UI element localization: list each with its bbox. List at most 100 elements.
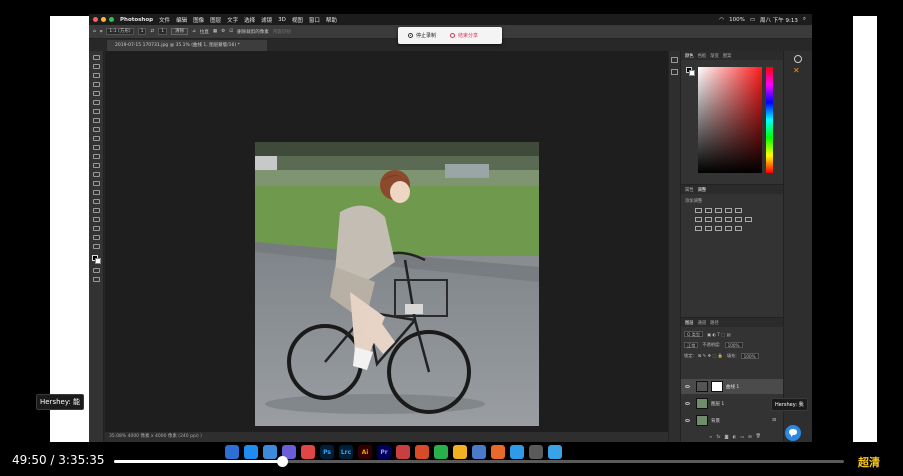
safari-icon[interactable] xyxy=(244,445,258,459)
tab-patterns[interactable]: 图案 xyxy=(723,53,732,59)
photo-canvas[interactable] xyxy=(255,142,539,426)
link-icon[interactable]: ∞ xyxy=(709,434,713,439)
app-icon[interactable] xyxy=(491,445,505,459)
app-icon[interactable] xyxy=(396,445,410,459)
search-icon[interactable]: ⌕ xyxy=(803,16,806,23)
path-select-icon[interactable] xyxy=(92,208,100,213)
screen-mode-icon[interactable] xyxy=(92,277,100,282)
close-dot-icon[interactable] xyxy=(93,17,98,22)
shape-tool-icon[interactable] xyxy=(92,217,100,222)
zoom-dot-icon[interactable] xyxy=(109,17,114,22)
finder-icon[interactable] xyxy=(225,445,239,459)
chat-button[interactable] xyxy=(785,425,801,441)
selective-color-icon[interactable] xyxy=(735,226,742,231)
menu-edit[interactable]: 编辑 xyxy=(176,16,187,24)
new-layer-icon[interactable]: ⊞ xyxy=(748,434,752,439)
photo-filter-icon[interactable] xyxy=(725,217,732,222)
magic-wand-tool-icon[interactable] xyxy=(92,82,100,87)
curves-icon[interactable] xyxy=(715,208,722,213)
lightroom-icon[interactable]: Lrc xyxy=(339,445,353,459)
eye-icon[interactable] xyxy=(685,385,690,388)
tab-color[interactable]: 颜色 xyxy=(685,53,694,59)
mask-icon[interactable]: ◙ xyxy=(724,434,728,439)
straighten-icon[interactable]: ⊿ xyxy=(192,29,196,34)
end-share-button[interactable]: 结束分享 xyxy=(450,32,478,39)
brush-tool-icon[interactable] xyxy=(92,127,100,132)
eraser-tool-icon[interactable] xyxy=(92,154,100,159)
hue-slider[interactable] xyxy=(766,67,773,173)
frame-tool-icon[interactable] xyxy=(92,100,100,105)
battery-icon[interactable]: ▭ xyxy=(750,17,755,23)
color-balance-icon[interactable] xyxy=(705,217,712,222)
tab-channels[interactable]: 通道 xyxy=(698,320,707,326)
mail-icon[interactable] xyxy=(263,445,277,459)
invert-icon[interactable] xyxy=(695,226,702,231)
eye-icon[interactable] xyxy=(685,402,690,405)
color-swatches-icon[interactable] xyxy=(91,255,101,264)
grid-icon[interactable]: ▦ xyxy=(213,29,217,34)
tab-swatches[interactable]: 色板 xyxy=(698,53,707,59)
app-icon[interactable] xyxy=(510,445,524,459)
adjustment-icon[interactable]: ◐ xyxy=(733,434,737,439)
brightness-icon[interactable] xyxy=(695,208,702,213)
menu-image[interactable]: 图像 xyxy=(193,16,204,24)
more-tools-icon[interactable] xyxy=(92,244,100,249)
type-tool-icon[interactable] xyxy=(92,199,100,204)
move-tool-icon[interactable] xyxy=(92,55,100,60)
menu-view[interactable]: 视图 xyxy=(292,16,303,24)
tab-paths[interactable]: 路径 xyxy=(710,320,719,326)
app-icon[interactable] xyxy=(529,445,543,459)
tab-properties[interactable]: 属性 xyxy=(685,187,694,193)
illustrator-icon[interactable]: Ai xyxy=(358,445,372,459)
seek-handle[interactable] xyxy=(277,456,289,467)
opacity-field[interactable]: 100% xyxy=(724,342,743,348)
fx-icon[interactable]: fx xyxy=(717,434,721,439)
lock-icon[interactable]: ⊡ xyxy=(772,418,776,423)
lasso-tool-icon[interactable] xyxy=(92,73,100,78)
app-icon[interactable] xyxy=(453,445,467,459)
vibrance-icon[interactable] xyxy=(735,208,742,213)
fill-field[interactable]: 100% xyxy=(740,353,759,359)
threshold-icon[interactable] xyxy=(715,226,722,231)
history-brush-icon[interactable] xyxy=(92,145,100,150)
quality-button[interactable]: 超清 xyxy=(858,454,880,470)
canvas-area[interactable] xyxy=(105,51,668,432)
menu-help[interactable]: 帮助 xyxy=(326,16,337,24)
blend-mode-select[interactable]: 正常 xyxy=(684,342,699,348)
eye-icon[interactable] xyxy=(685,419,690,422)
menu-window[interactable]: 窗口 xyxy=(309,16,320,24)
height-field[interactable]: 1 xyxy=(158,28,168,35)
hand-tool-icon[interactable] xyxy=(92,226,100,231)
layer-kind-select[interactable]: Q 类型 xyxy=(684,331,704,337)
crop-tool-icon[interactable]: ⌗ xyxy=(100,29,103,35)
premiere-icon[interactable]: Pr xyxy=(377,445,391,459)
seek-bar[interactable] xyxy=(114,460,844,463)
lock-icons[interactable]: ⊠ ✎ ✥ ⬚ 🔒 xyxy=(698,353,723,359)
trash-icon[interactable]: 🗑 xyxy=(756,433,761,439)
color-field[interactable] xyxy=(698,67,762,173)
mask-thumb[interactable] xyxy=(711,381,723,392)
dodge-tool-icon[interactable] xyxy=(92,181,100,186)
width-field[interactable]: 1 xyxy=(137,28,147,35)
app-icon[interactable] xyxy=(548,445,562,459)
wifi-icon[interactable]: ◠ xyxy=(719,17,724,23)
tools-icon[interactable]: ✕ xyxy=(793,67,803,75)
info-panel-icon[interactable] xyxy=(671,69,678,75)
menu-filter[interactable]: 滤镜 xyxy=(261,16,272,24)
menu-select[interactable]: 选择 xyxy=(244,16,255,24)
tab-gradients[interactable]: 渐变 xyxy=(710,53,719,59)
menu-type[interactable]: 文字 xyxy=(227,16,238,24)
layer-row[interactable]: 曲线 1 xyxy=(681,379,784,394)
delete-cropped-checkbox[interactable]: ☑ xyxy=(229,29,233,34)
menu-app-photoshop[interactable]: Photoshop xyxy=(120,17,153,23)
ratio-select[interactable]: 1:1 (方形) xyxy=(106,28,134,35)
straighten-label[interactable]: 拉直 xyxy=(200,29,209,35)
lightbulb-icon[interactable] xyxy=(794,55,802,63)
black-white-icon[interactable] xyxy=(715,217,722,222)
photoshop-icon[interactable]: Ps xyxy=(320,445,334,459)
group-icon[interactable]: ▭ xyxy=(740,434,744,439)
marquee-tool-icon[interactable] xyxy=(92,64,100,69)
menu-layer[interactable]: 图层 xyxy=(210,16,221,24)
filter-icons[interactable]: ▣ ◐ T ⬚ ▤ xyxy=(707,332,730,337)
quick-mask-icon[interactable] xyxy=(92,268,100,273)
